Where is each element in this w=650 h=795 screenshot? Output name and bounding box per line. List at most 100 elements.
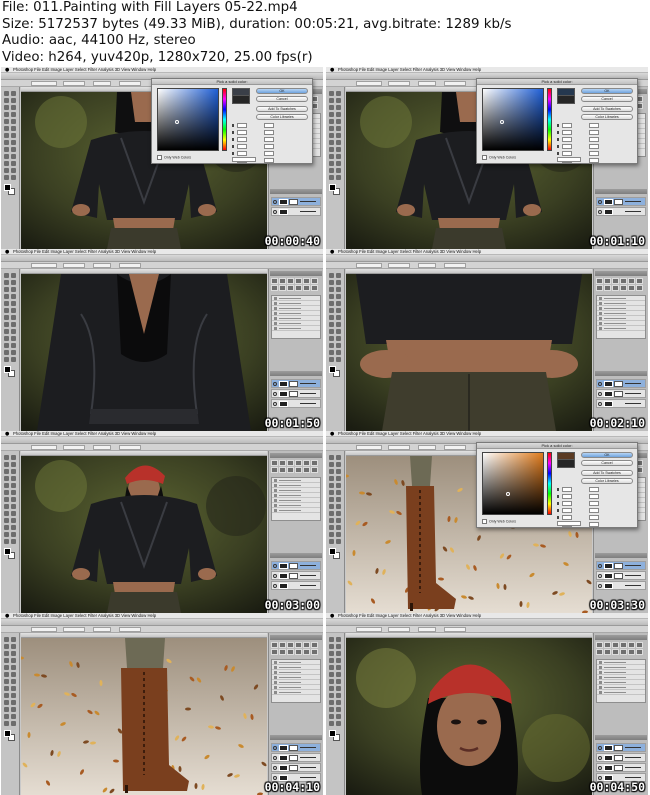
color-value-row[interactable] bbox=[557, 137, 633, 143]
adjustment-icon[interactable] bbox=[295, 642, 302, 648]
tool-icon[interactable] bbox=[4, 168, 9, 173]
document-canvas[interactable] bbox=[21, 638, 267, 795]
tool-icon[interactable] bbox=[4, 126, 9, 131]
tool-icon[interactable] bbox=[336, 98, 341, 103]
eye-icon[interactable] bbox=[273, 564, 277, 568]
option-control[interactable] bbox=[93, 445, 111, 450]
option-control[interactable] bbox=[93, 627, 111, 632]
foreground-color-swatch[interactable] bbox=[329, 184, 336, 191]
tool-icon[interactable] bbox=[336, 322, 341, 327]
foreground-color-swatch[interactable] bbox=[4, 366, 11, 373]
tool-icon[interactable] bbox=[329, 126, 334, 131]
tool-icon[interactable] bbox=[11, 539, 16, 544]
tool-icon[interactable] bbox=[4, 343, 9, 348]
adjustments-panel-header[interactable] bbox=[270, 271, 322, 276]
tool-icon[interactable] bbox=[329, 154, 334, 159]
tool-icon[interactable] bbox=[329, 483, 334, 488]
ok-button[interactable]: OK bbox=[581, 452, 633, 458]
tool-icon[interactable] bbox=[329, 161, 334, 166]
tool-icon[interactable] bbox=[329, 525, 334, 530]
adjustment-icon[interactable] bbox=[604, 642, 611, 648]
option-control[interactable] bbox=[31, 445, 57, 450]
tool-icon[interactable] bbox=[336, 168, 341, 173]
document-canvas[interactable] bbox=[21, 456, 267, 613]
tool-icon[interactable] bbox=[336, 497, 341, 502]
tool-icon[interactable] bbox=[4, 455, 9, 460]
adjustments-panel-header[interactable] bbox=[595, 635, 647, 640]
tool-icon[interactable] bbox=[4, 672, 9, 677]
option-control[interactable] bbox=[418, 627, 436, 632]
adjustment-icon[interactable] bbox=[628, 278, 635, 284]
tool-icon[interactable] bbox=[11, 322, 16, 327]
cancel-button[interactable]: Cancel bbox=[581, 96, 633, 102]
adjustment-icon[interactable] bbox=[303, 278, 310, 284]
tool-icon[interactable] bbox=[336, 350, 341, 355]
tool-icon[interactable] bbox=[329, 294, 334, 299]
tool-icon[interactable] bbox=[11, 532, 16, 537]
tool-icon[interactable] bbox=[4, 679, 9, 684]
tool-icon[interactable] bbox=[4, 525, 9, 530]
option-control[interactable] bbox=[93, 263, 111, 268]
add-to-swatches-button[interactable]: Add To Swatches bbox=[581, 106, 633, 112]
adjustment-icon[interactable] bbox=[311, 642, 318, 648]
only-web-colors-checkbox[interactable]: Only Web Colors bbox=[157, 155, 191, 160]
tool-icon[interactable] bbox=[336, 119, 341, 124]
tool-icon[interactable] bbox=[11, 343, 16, 348]
tool-icon[interactable] bbox=[329, 287, 334, 292]
layer-row[interactable] bbox=[271, 753, 321, 762]
option-control[interactable] bbox=[356, 627, 382, 632]
adjustment-icon[interactable] bbox=[279, 285, 286, 291]
tool-icon[interactable] bbox=[329, 308, 334, 313]
color-value-row[interactable] bbox=[557, 494, 633, 500]
ok-button[interactable]: OK bbox=[581, 88, 633, 94]
adjustment-icon[interactable] bbox=[612, 285, 619, 291]
layers-panel-header[interactable] bbox=[270, 371, 322, 376]
tool-icon[interactable] bbox=[4, 315, 9, 320]
tool-icon[interactable] bbox=[4, 651, 9, 656]
eye-icon[interactable] bbox=[598, 382, 602, 386]
tool-icon[interactable] bbox=[336, 301, 341, 306]
tool-icon[interactable] bbox=[11, 126, 16, 131]
tool-icon[interactable] bbox=[329, 693, 334, 698]
option-control[interactable] bbox=[119, 263, 141, 268]
adjustment-icon[interactable] bbox=[628, 649, 635, 655]
tool-icon[interactable] bbox=[11, 483, 16, 488]
tool-icon[interactable] bbox=[336, 357, 341, 362]
color-value-row[interactable] bbox=[557, 123, 633, 129]
color-field[interactable] bbox=[482, 452, 544, 515]
foreground-color-swatch[interactable] bbox=[4, 184, 11, 191]
preset-item[interactable] bbox=[272, 690, 320, 695]
eye-icon[interactable] bbox=[273, 756, 277, 760]
adjustment-icon[interactable] bbox=[287, 278, 294, 284]
option-control[interactable] bbox=[418, 263, 436, 268]
preset-item[interactable] bbox=[597, 690, 645, 695]
color-field[interactable] bbox=[482, 88, 544, 151]
tool-icon[interactable] bbox=[336, 476, 341, 481]
adjustment-icon[interactable] bbox=[604, 278, 611, 284]
layer-row[interactable] bbox=[596, 379, 646, 388]
layer-row[interactable] bbox=[271, 561, 321, 570]
adjustment-icon[interactable] bbox=[620, 285, 627, 291]
adjustment-icon[interactable] bbox=[287, 467, 294, 473]
eye-icon[interactable] bbox=[273, 746, 277, 750]
cancel-button[interactable]: Cancel bbox=[581, 460, 633, 466]
layer-row[interactable] bbox=[271, 571, 321, 580]
layers-panel-header[interactable] bbox=[595, 189, 647, 194]
tool-icon[interactable] bbox=[329, 147, 334, 152]
adjustment-icon[interactable] bbox=[271, 285, 278, 291]
adjustment-icon[interactable] bbox=[620, 278, 627, 284]
tool-icon[interactable] bbox=[11, 133, 16, 138]
layers-panel-header[interactable] bbox=[595, 735, 647, 740]
tool-icon[interactable] bbox=[329, 91, 334, 96]
hue-slider[interactable] bbox=[547, 88, 552, 151]
tool-icon[interactable] bbox=[329, 462, 334, 467]
tool-icon[interactable] bbox=[11, 462, 16, 467]
option-control[interactable] bbox=[388, 263, 410, 268]
eye-icon[interactable] bbox=[598, 746, 602, 750]
tool-icon[interactable] bbox=[329, 175, 334, 180]
tool-icon[interactable] bbox=[336, 287, 341, 292]
tool-icon[interactable] bbox=[329, 511, 334, 516]
tool-icon[interactable] bbox=[329, 532, 334, 537]
option-control[interactable] bbox=[356, 81, 382, 86]
option-control[interactable] bbox=[388, 627, 410, 632]
